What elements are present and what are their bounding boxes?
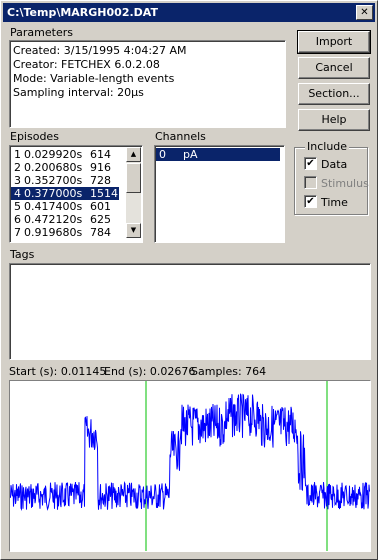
stimulus-checkbox[interactable] (304, 176, 317, 189)
episode-time: 0.417400s (24, 200, 83, 213)
dialog-window: C:\Temp\MARGH002.DAT ✕ Parameters Create… (0, 0, 378, 560)
episode-row[interactable]: 4 0.377000s 1514 (11, 187, 119, 200)
episode-time: 0.472120s (24, 213, 83, 226)
end-readout: End (s): 0.02676 (104, 365, 196, 378)
episode-number: 6 (14, 213, 21, 226)
cancel-button[interactable]: Cancel (298, 57, 370, 79)
window-title: C:\Temp\MARGH002.DAT (7, 6, 158, 19)
episode-number: 7 (14, 226, 21, 239)
data-checkbox-label: Data (321, 158, 348, 171)
data-checkbox[interactable]: ✔ (304, 157, 317, 170)
scroll-up-icon[interactable]: ▲ (126, 147, 141, 162)
channel-number: 0 (159, 148, 166, 161)
channels-label: Channels (155, 130, 206, 143)
episode-samples: 728 (90, 174, 111, 187)
tags-field[interactable] (9, 263, 371, 360)
trace-plot (9, 381, 371, 551)
signal-preview[interactable] (9, 380, 371, 552)
section-button[interactable]: Section... (298, 83, 370, 105)
include-label: Include (305, 140, 350, 153)
start-readout: Start (s): 0.01145 (9, 365, 107, 378)
episode-samples: 784 (90, 226, 111, 239)
episode-row[interactable]: 5 0.417400s 601 (11, 200, 119, 213)
episode-time: 0.377000s (24, 187, 83, 200)
time-checkbox-label: Time (321, 196, 348, 209)
help-button[interactable]: Help (298, 109, 370, 131)
episode-samples: 614 (90, 148, 111, 161)
channel-row[interactable]: 0 pA (156, 148, 280, 161)
channel-unit: pA (183, 148, 198, 161)
episode-number: 1 (14, 148, 21, 161)
episode-time: 0.352700s (24, 174, 83, 187)
time-checkbox[interactable]: ✔ (304, 195, 317, 208)
param-creator: Creator: FETCHEX 6.0.2.08 (13, 58, 160, 71)
parameters-box: Created: 3/15/1995 4:04:27 AM Creator: F… (9, 40, 286, 128)
title-bar[interactable]: C:\Temp\MARGH002.DAT ✕ (3, 3, 375, 22)
episode-samples: 916 (90, 161, 111, 174)
samples-readout: Samples: 764 (191, 365, 267, 378)
parameters-label: Parameters (10, 26, 73, 39)
param-mode: Mode: Variable-length events (13, 72, 175, 85)
episode-row[interactable]: 1 0.029920s 614 (11, 148, 119, 161)
scroll-down-icon[interactable]: ▼ (126, 223, 141, 238)
episode-row[interactable]: 2 0.200680s 916 (11, 161, 119, 174)
episode-samples: 601 (90, 200, 111, 213)
param-sampling: Sampling interval: 20µs (13, 86, 144, 99)
episode-time: 0.200680s (24, 161, 83, 174)
episode-row[interactable]: 7 0.919680s 784 (11, 226, 119, 239)
close-button[interactable]: ✕ (356, 5, 373, 20)
current-trace (9, 393, 371, 512)
stimulus-checkbox-label: Stimulus (321, 177, 369, 190)
param-created: Created: 3/15/1995 4:04:27 AM (13, 44, 187, 57)
channels-list[interactable]: 0 pA (154, 145, 285, 243)
scroll-thumb[interactable] (126, 163, 141, 193)
episode-number: 4 (14, 187, 21, 200)
episode-samples: 1514 (90, 187, 118, 200)
episode-time: 0.919680s (24, 226, 83, 239)
episodes-list[interactable]: 1 0.029920s 614 2 0.200680s 916 3 0.352700s 728 4… (9, 145, 143, 243)
episode-samples: 625 (90, 213, 111, 226)
tags-label: Tags (10, 248, 35, 261)
episode-number: 5 (14, 200, 21, 213)
import-button[interactable]: Import (297, 30, 371, 54)
episodes-label: Episodes (10, 130, 59, 143)
episode-number: 3 (14, 174, 21, 187)
episode-number: 2 (14, 161, 21, 174)
episodes-scrollbar[interactable]: ▲ ▼ (126, 147, 141, 238)
episode-row[interactable]: 3 0.352700s 728 (11, 174, 119, 187)
episode-time: 0.029920s (24, 148, 83, 161)
episode-row[interactable]: 6 0.472120s 625 (11, 213, 119, 226)
